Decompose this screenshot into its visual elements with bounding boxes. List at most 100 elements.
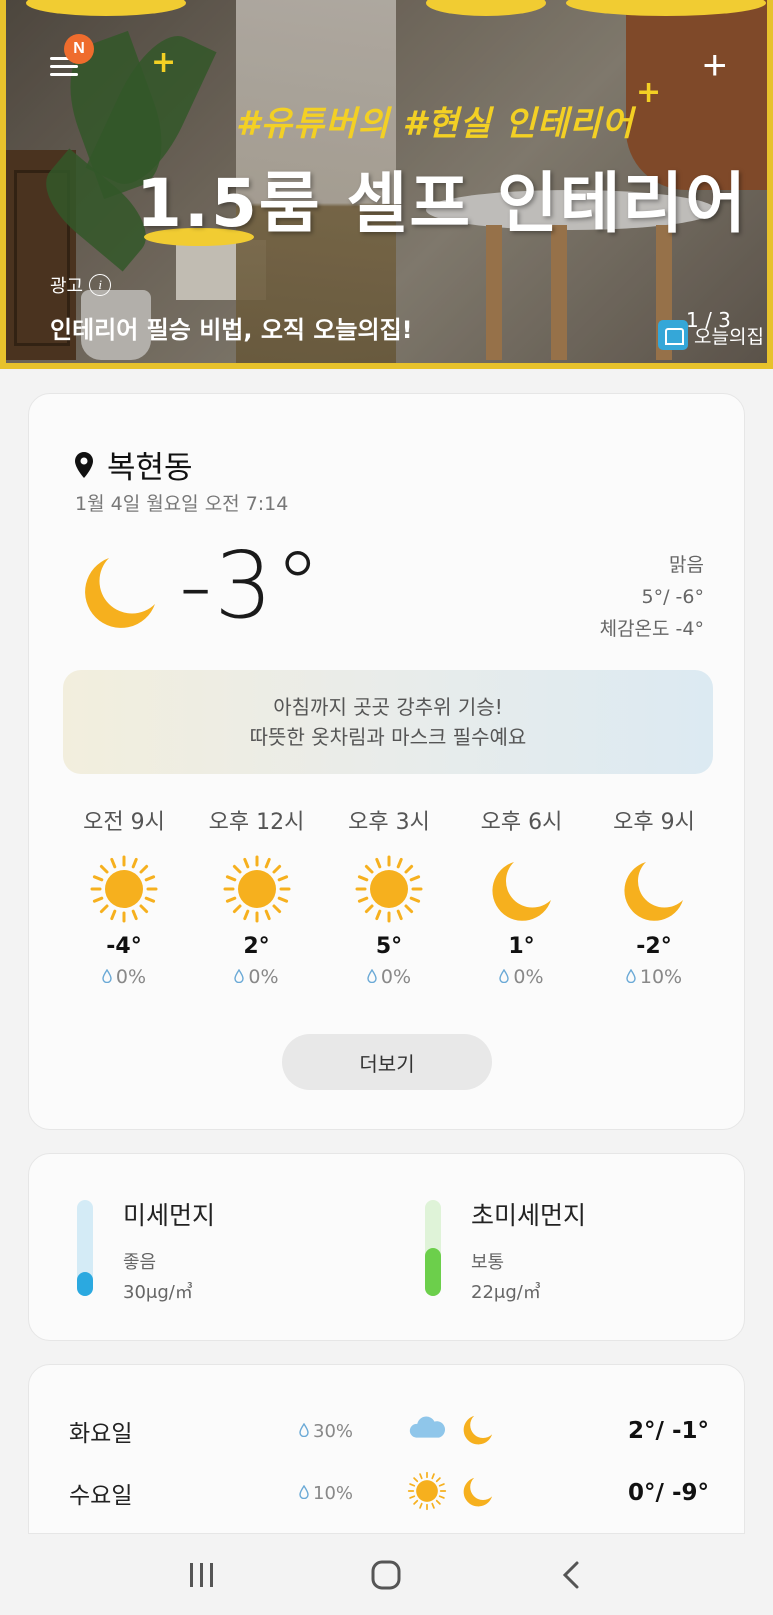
cloud-icon	[407, 1409, 447, 1453]
raindrop-icon	[299, 1421, 309, 1442]
menu-icon-line	[50, 65, 78, 68]
pm10-level-fill	[77, 1272, 93, 1296]
brand-logo: 오늘의집	[658, 320, 764, 350]
hour-time: 오후 12시	[208, 810, 305, 835]
high-low-temp: 5°/ -6°	[641, 586, 704, 608]
moon-icon	[619, 854, 689, 924]
raindrop-icon	[299, 1483, 309, 1504]
brand-name: 오늘의집	[694, 325, 764, 348]
house-icon	[658, 320, 688, 350]
precipitation-value: 30%	[313, 1420, 354, 1442]
alert-line: 따뜻한 옷차림과 마스크 필수예요	[249, 725, 527, 749]
sun-icon	[407, 1471, 447, 1515]
recents-button[interactable]	[172, 1545, 232, 1605]
precipitation-value: 0%	[115, 966, 147, 988]
system-navigation-bar	[0, 1534, 773, 1615]
air-quality-card[interactable]: 미세먼지 좋음 30μg/㎥ 초미세먼지 보통 22μg/㎥	[28, 1153, 745, 1341]
back-button[interactable]	[541, 1545, 601, 1605]
hour-time: 오후 9시	[613, 810, 695, 835]
hour-time: 오후 6시	[480, 810, 563, 835]
pm25-level-fill	[425, 1248, 441, 1296]
update-datetime: 1월 4일 월요일 오전 7:14	[75, 493, 289, 515]
hourly-item: 오전 9시 -4° 0%	[59, 804, 189, 988]
location-name: 복현동	[107, 450, 193, 486]
raindrop-icon	[626, 966, 636, 988]
back-icon	[562, 1561, 579, 1588]
precipitation-value: 10%	[313, 1482, 354, 1504]
moon-icon	[461, 1474, 495, 1512]
pm25-level-bar	[425, 1200, 441, 1296]
weekday-icons	[399, 1409, 529, 1453]
hour-temperature: 1°	[508, 934, 535, 959]
sun-icon	[354, 854, 424, 924]
hour-temperature: -4°	[106, 934, 142, 959]
weekly-row[interactable]: 수요일 10% 0°/ -9°	[69, 1471, 709, 1515]
pm10-level-bar	[77, 1200, 93, 1296]
ad-headline[interactable]: 인테리어 필승 비법, 오직 오늘의집!	[50, 310, 413, 345]
precipitation-value: 0%	[380, 966, 412, 988]
precipitation-value: 0%	[513, 966, 544, 988]
location-pin-icon	[75, 451, 93, 478]
pm10-value: 30μg/㎥	[123, 1282, 193, 1303]
precipitation-value: 10%	[639, 966, 683, 988]
pm25-grade: 보통	[471, 1252, 505, 1273]
banner-subtitle: #유튜버의 #현실 인테리어	[236, 104, 634, 144]
pm10-label: 미세먼지	[123, 1201, 216, 1230]
weather-alert-banner: 아침까지 곳곳 강추위 기승! 따뜻한 옷차림과 마스크 필수예요	[63, 670, 713, 774]
hour-temperature: 2°	[243, 934, 270, 959]
hourly-item: 오후 12시 2° 0%	[192, 804, 322, 988]
menu-icon-line	[50, 73, 78, 76]
hour-temperature: 5°	[375, 934, 403, 959]
pm10-grade: 좋음	[123, 1252, 157, 1273]
sparkle-icon: +	[636, 75, 662, 110]
sun-icon	[89, 854, 159, 924]
condition-text: 맑음	[669, 554, 704, 576]
home-button[interactable]	[356, 1545, 416, 1605]
hour-temperature: -2°	[636, 934, 672, 959]
hour-time: 오전 9시	[83, 810, 165, 835]
sparkle-icon: +	[151, 45, 177, 80]
pm25-value: 22μg/㎥	[471, 1282, 541, 1303]
ad-label: 광고 i	[50, 272, 112, 298]
recents-icon	[190, 1562, 214, 1587]
condition-summary: 맑음 5°/ -6° 체감온도 -4°	[600, 549, 704, 645]
weekday-precipitation: 30%	[299, 1421, 399, 1442]
weekly-row[interactable]: 화요일 30% 2°/ -1°	[69, 1411, 709, 1451]
weekday-label: 수요일	[69, 1483, 133, 1509]
hour-precipitation: 0%	[324, 966, 454, 988]
weekly-forecast-card[interactable]: 화요일 30% 2°/ -1° 수요일 10% 0°/ -9°	[28, 1364, 745, 1534]
info-icon[interactable]: i	[89, 274, 112, 296]
pm25-label: 초미세먼지	[471, 1201, 587, 1230]
more-button[interactable]: 더보기	[282, 1034, 492, 1090]
hourly-item: 오후 9시 -2° 10%	[589, 804, 719, 988]
precipitation-value: 0%	[248, 966, 279, 988]
raindrop-icon	[234, 966, 245, 988]
weekday-precipitation: 10%	[299, 1483, 399, 1504]
raindrop-icon	[499, 966, 510, 988]
weekday-temperature: 0°/ -9°	[628, 1480, 709, 1506]
moon-icon	[85, 558, 155, 628]
raindrop-icon	[367, 966, 377, 988]
weekday-icons	[399, 1471, 529, 1515]
hourly-item: 오후 3시 5° 0%	[324, 804, 454, 988]
weekday-label: 화요일	[69, 1421, 133, 1447]
moon-icon	[461, 1412, 495, 1450]
hour-precipitation: 0%	[192, 966, 322, 988]
current-weather-card[interactable]: 복현동 1월 4일 월요일 오전 7:14 -3° 맑음 5°/ -6° 체감온…	[28, 393, 745, 1130]
home-icon	[371, 1560, 401, 1589]
add-location-button[interactable]: +	[702, 44, 727, 86]
raindrop-icon	[102, 966, 112, 988]
weekday-temperature: 2°/ -1°	[628, 1418, 709, 1444]
hour-time: 오후 3시	[348, 810, 430, 835]
hour-precipitation: 10%	[589, 966, 719, 988]
hourly-item: 오후 6시 1° 0%	[457, 804, 587, 988]
feels-like-temp: 체감온도 -4°	[599, 618, 704, 640]
hour-precipitation: 0%	[59, 966, 189, 988]
hour-precipitation: 0%	[457, 966, 587, 988]
ad-label-text: 광고	[50, 276, 84, 297]
location-header[interactable]: 복현동	[75, 442, 193, 487]
new-badge: N	[64, 34, 94, 64]
hourly-forecast: 오전 9시 -4° 0% 오후 12시 2° 0% 오후 3시 5° 0% 오후…	[59, 804, 719, 988]
ad-banner[interactable]: + + #유튜버의 #현실 인테리어 1.5룸 셀프 인테리어 N + 광고 i…	[0, 0, 773, 369]
current-temperature: -3°	[179, 532, 323, 639]
